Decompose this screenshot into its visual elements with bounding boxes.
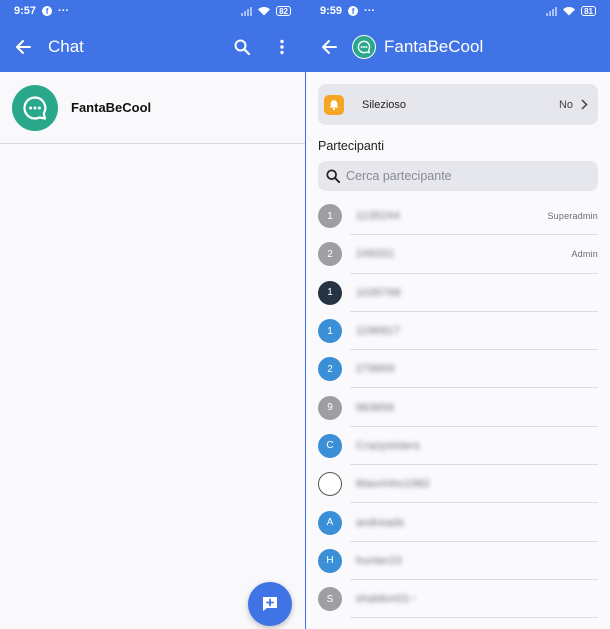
silent-label: Silezioso [362, 98, 407, 111]
participant-name: 1135244 [356, 210, 401, 223]
participant-row[interactable]: C Crazysisters [306, 427, 610, 466]
status-time: 9:57 [14, 5, 37, 17]
participant-avatar: A [318, 510, 342, 535]
chat-list-item[interactable]: FantaBeCool [0, 72, 305, 144]
app-bar: 9:57 f ··· 82 Chat [0, 0, 305, 72]
participant-name: Crazysisters [356, 439, 421, 452]
divider [350, 617, 598, 619]
more-vert-icon [280, 39, 284, 55]
participant-row[interactable]: Hhunter23 [306, 542, 610, 580]
bell-icon [324, 94, 344, 115]
silent-value-group: No [559, 99, 588, 111]
arrow-left-icon [322, 40, 337, 54]
silent-value: No [558, 98, 573, 111]
group-info-screen: 9:59 f ··· 81 FantaBeCool Silezioso No P… [305, 0, 610, 629]
signal-icon [241, 6, 253, 16]
participant-row[interactable]: Maurinho1982 [306, 465, 610, 504]
participant-avatar: 2 [318, 357, 342, 382]
participant-role: Admin [571, 249, 598, 260]
facebook-icon: f [42, 6, 53, 16]
chat-bubble-icon [357, 40, 371, 54]
signal-icon [546, 6, 558, 16]
participant-role: Superadmin [547, 211, 598, 222]
participant-avatar: 9 [318, 395, 342, 420]
participant-name: 1196817 [356, 325, 401, 338]
battery-icon: 82 [276, 6, 291, 16]
participant-avatar: 1 [318, 280, 342, 305]
silent-setting[interactable]: Silezioso No [318, 84, 598, 125]
status-bar: 9:57 f ··· 82 [0, 0, 305, 22]
chevron-right-icon [581, 99, 588, 110]
status-dots: ··· [58, 5, 70, 17]
participant-search [318, 161, 598, 191]
participant-name: hunter23 [356, 554, 402, 567]
status-bar: 9:59 f ··· 81 [306, 0, 610, 22]
participant-avatar: 1 [318, 204, 342, 229]
status-time: 9:59 [320, 5, 343, 17]
page-title: FantaBeCool [384, 37, 484, 56]
participant-avatar: S [318, 587, 342, 612]
back-button[interactable] [318, 36, 340, 58]
participant-name: 249331 [356, 248, 395, 261]
facebook-icon: f [348, 6, 359, 16]
participants-heading: Partecipanti [318, 139, 385, 153]
screens: 9:57 f ··· 82 Chat FantaBeCool 9:59 f ··… [0, 0, 610, 629]
back-button[interactable] [12, 36, 34, 58]
participant-list: 1 1135244 Superadmin 2 249331 Admin 1 1035766 1 1… [306, 197, 610, 619]
participant-name: shaldon01~ [356, 593, 417, 606]
group-avatar [352, 35, 376, 59]
participant-row[interactable]: 1 1135244 Superadmin [306, 197, 610, 236]
chat-list-screen: 9:57 f ··· 82 Chat FantaBeCool [0, 0, 305, 629]
participant-row[interactable]: Aandreads [306, 503, 610, 542]
participant-avatar: C [318, 433, 342, 458]
participant-avatar: 1 [318, 319, 342, 344]
search-icon [234, 39, 250, 55]
toolbar: FantaBeCool [306, 22, 610, 72]
search-input[interactable] [346, 169, 576, 183]
participant-avatar [318, 472, 342, 497]
status-dots: ··· [364, 5, 376, 17]
participant-name: Maurinho1982 [356, 478, 430, 491]
chat-name: FantaBeCool [71, 100, 152, 115]
wifi-icon [258, 7, 271, 16]
more-options-button[interactable] [271, 36, 293, 58]
participant-row[interactable]: 1 1035766 [306, 274, 610, 312]
participant-name: 983656 [356, 401, 395, 414]
app-bar: 9:59 f ··· 81 FantaBeCool [306, 0, 610, 72]
page-title: Chat [48, 37, 84, 56]
participant-name: 279959 [356, 363, 395, 376]
participant-row[interactable]: 1 1196817 [306, 312, 610, 351]
participant-name: andreads [356, 516, 405, 529]
participant-avatar: H [318, 548, 342, 573]
search-button[interactable] [231, 36, 253, 58]
add-chat-icon [263, 597, 277, 611]
participant-avatar: 2 [318, 242, 342, 267]
participant-name: 1035766 [356, 286, 401, 299]
toolbar: Chat [0, 22, 305, 72]
participant-row[interactable]: Sshaldon01~ [306, 580, 610, 619]
arrow-left-icon [16, 40, 31, 54]
participant-row[interactable]: 9 983656 [306, 388, 610, 427]
participant-row[interactable]: 2 279959 [306, 350, 610, 389]
wifi-icon [563, 7, 576, 16]
battery-icon: 81 [581, 6, 596, 16]
chat-bubble-icon [23, 95, 47, 120]
avatar [12, 84, 58, 131]
new-chat-button[interactable] [248, 582, 292, 626]
search-icon [326, 169, 340, 183]
participant-row[interactable]: 2 249331 Admin [306, 235, 610, 274]
